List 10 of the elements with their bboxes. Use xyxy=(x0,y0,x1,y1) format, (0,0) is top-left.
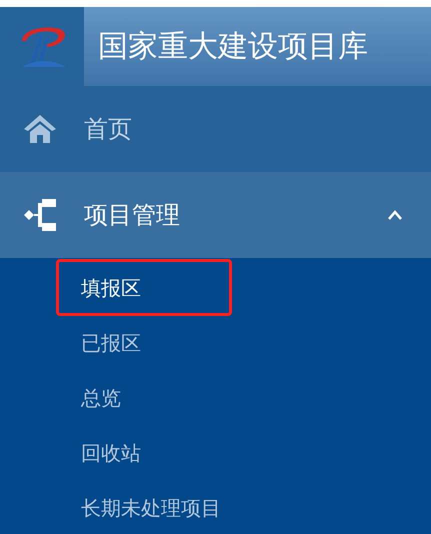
submenu-item[interactable]: 总览 xyxy=(56,369,124,426)
nav-item[interactable]: 首页 xyxy=(0,86,431,172)
tree-icon xyxy=(22,197,58,233)
submenu-item[interactable]: 已报区 xyxy=(56,314,144,371)
nav-group[interactable]: 项目管理 xyxy=(0,172,431,258)
home-icon xyxy=(22,113,58,145)
submenu-item[interactable]: 填报区 xyxy=(56,259,232,316)
submenu-item[interactable]: 长期未处理项目 xyxy=(56,479,224,534)
submenu-item[interactable]: 回收站 xyxy=(56,424,144,481)
app-title: 国家重大建设项目库 xyxy=(98,28,368,66)
